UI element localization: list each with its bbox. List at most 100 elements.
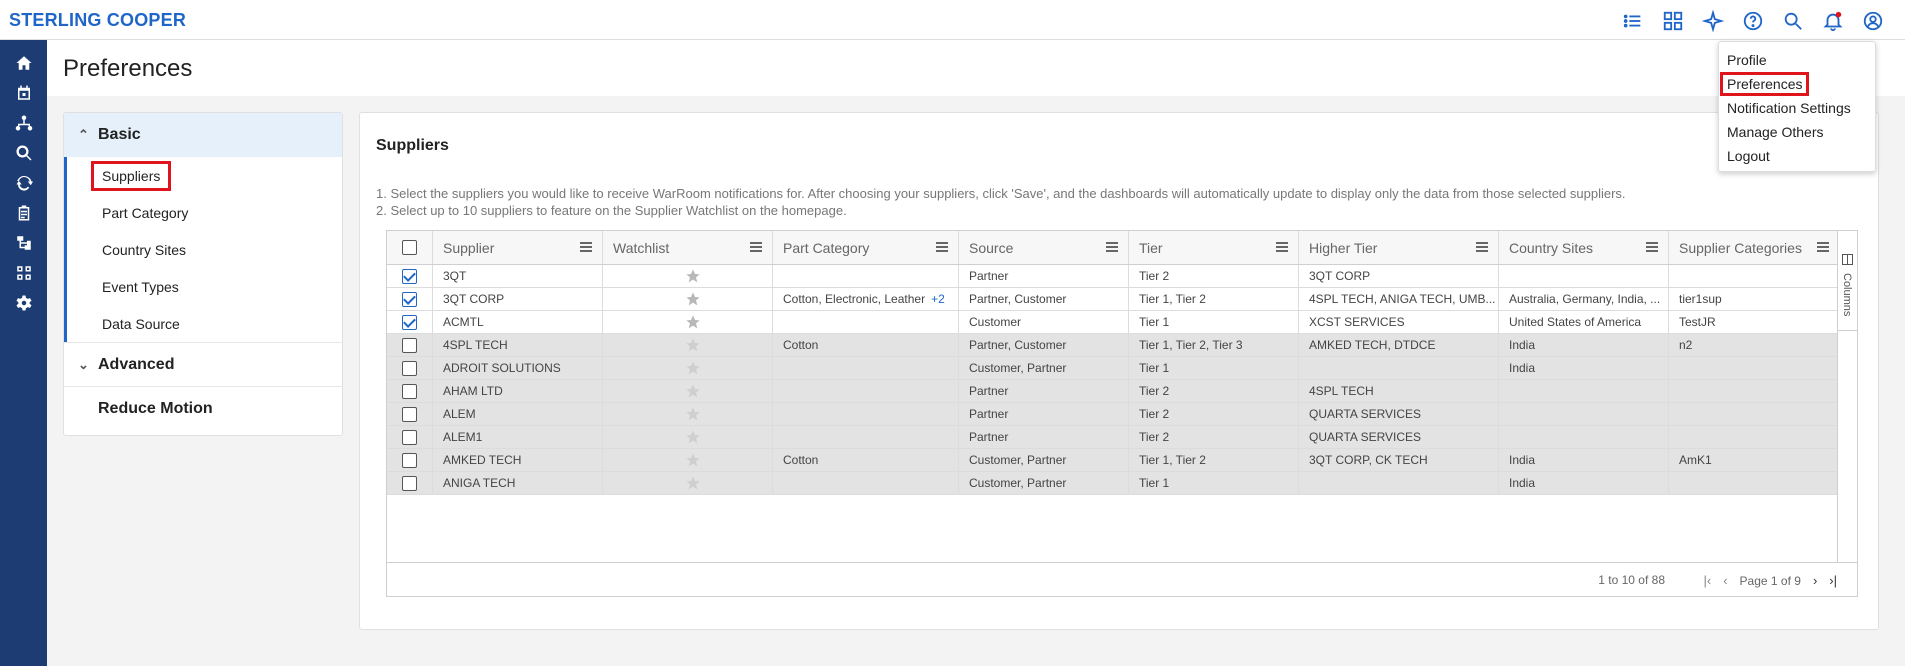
star-icon[interactable] (685, 268, 701, 284)
network-icon[interactable] (0, 108, 47, 138)
table-row[interactable]: ADROIT SOLUTIONS Customer, Partner Tier 1 I… (387, 357, 1839, 380)
higher-tier-cell: QUARTA SERVICES (1299, 403, 1499, 425)
table-row[interactable]: AHAM LTD Partner Tier 2 4SPL TECH (387, 380, 1839, 403)
row-checkbox[interactable] (402, 452, 417, 468)
table-row[interactable]: ACMTL Customer Tier 1 XCST SERVICES United S… (387, 311, 1839, 334)
column-menu-icon[interactable] (750, 242, 762, 252)
star-icon[interactable] (685, 314, 701, 330)
columns-tab[interactable]: Columns (1838, 251, 1858, 331)
menu-item-preferences[interactable]: Preferences (1719, 72, 1875, 96)
supplier-categories-cell: AmK1 (1679, 453, 1712, 467)
star-icon[interactable] (685, 360, 701, 376)
reduce-motion-label: Reduce Motion (98, 399, 213, 417)
user-icon[interactable] (1861, 9, 1885, 33)
row-checkbox[interactable] (402, 314, 417, 330)
table-row[interactable]: AMKED TECH Cotton Customer, Partner Tier 1,… (387, 449, 1839, 472)
menu-item-suppliers[interactable]: Suppliers (67, 157, 342, 194)
table-row[interactable]: ANIGA TECH Customer, Partner Tier 1 India (387, 472, 1839, 495)
search-icon[interactable] (1781, 9, 1805, 33)
refresh-icon[interactable] (0, 168, 47, 198)
menu-item-part-category[interactable]: Part Category (67, 194, 342, 231)
column-header-part-category[interactable]: Part Category (773, 231, 959, 264)
menu-item-notification-settings[interactable]: Notification Settings (1719, 96, 1875, 120)
table-row[interactable]: ALEM Partner Tier 2 QUARTA SERVICES (387, 403, 1839, 426)
star-icon[interactable] (685, 291, 701, 307)
column-header-watchlist[interactable]: Watchlist (603, 231, 773, 264)
column-header-higher-tier[interactable]: Higher Tier (1299, 231, 1499, 264)
previous-page-icon[interactable]: ‹ (1723, 573, 1727, 588)
menu-item-country-sites[interactable]: Country Sites (67, 231, 342, 268)
sparkle-icon[interactable] (1701, 9, 1725, 33)
column-menu-icon[interactable] (580, 242, 592, 252)
column-menu-icon[interactable] (1476, 242, 1488, 252)
menu-item-manage-others[interactable]: Manage Others (1719, 120, 1875, 144)
star-icon[interactable] (685, 429, 701, 445)
hierarchy-icon[interactable] (0, 228, 47, 258)
supplier-cell: 3QT CORP (433, 288, 603, 310)
first-page-icon[interactable]: |‹ (1703, 573, 1711, 588)
pagination: |‹ ‹ Page 1 of 9 › ›| (1703, 573, 1837, 588)
row-count: 1 to 10 of 88 (1598, 573, 1665, 587)
watchlist-cell (603, 288, 773, 310)
brand-logo[interactable]: STERLING COOPER (9, 10, 186, 31)
star-icon[interactable] (685, 475, 701, 491)
row-checkbox[interactable] (402, 429, 417, 445)
calendar-icon[interactable] (0, 78, 47, 108)
select-all-checkbox[interactable] (402, 240, 417, 255)
advanced-section-header[interactable]: ⌄ Advanced (64, 342, 342, 386)
last-page-icon[interactable]: ›| (1829, 573, 1837, 588)
column-menu-icon[interactable] (1276, 242, 1288, 252)
bell-icon[interactable] (1821, 9, 1845, 33)
next-page-icon[interactable]: › (1813, 573, 1817, 588)
part-category-cell: Cotton (773, 449, 959, 471)
row-checkbox[interactable] (402, 406, 417, 422)
star-icon[interactable] (685, 383, 701, 399)
row-checkbox[interactable] (402, 291, 417, 307)
higher-tier-cell: 3QT CORP (1299, 265, 1499, 287)
part-category-cell (773, 357, 959, 379)
star-icon[interactable] (685, 337, 701, 353)
column-header-tier[interactable]: Tier (1129, 231, 1299, 264)
settings-icon[interactable] (0, 288, 47, 318)
row-checkbox[interactable] (402, 475, 417, 491)
column-header-country-sites[interactable]: Country Sites (1499, 231, 1669, 264)
help-icon[interactable] (1741, 9, 1765, 33)
row-checkbox[interactable] (402, 383, 417, 399)
row-checkbox[interactable] (402, 360, 417, 376)
column-header-source[interactable]: Source (959, 231, 1129, 264)
menu-item-logout[interactable]: Logout (1719, 144, 1875, 168)
star-icon[interactable] (685, 452, 701, 468)
row-checkbox[interactable] (402, 337, 417, 353)
menu-item-event-types[interactable]: Event Types (67, 268, 342, 305)
grid-icon[interactable] (0, 258, 47, 288)
table-row[interactable]: 4SPL TECH Cotton Partner, Customer Tier 1, … (387, 334, 1839, 357)
column-menu-icon[interactable] (1646, 242, 1658, 252)
table-row[interactable]: ALEM1 Partner Tier 2 QUARTA SERVICES (387, 426, 1839, 449)
column-menu-icon[interactable] (1817, 242, 1829, 252)
dashboard-icon[interactable] (1661, 9, 1685, 33)
source-cell: Partner, Customer (959, 334, 1129, 356)
tier-cell: Tier 2 (1129, 426, 1299, 448)
row-checkbox[interactable] (402, 268, 417, 284)
search-icon[interactable] (0, 138, 47, 168)
column-header-supplier-categories[interactable]: Supplier Categories (1669, 231, 1839, 264)
higher-tier-cell: XCST SERVICES (1299, 311, 1499, 333)
tier-cell: Tier 2 (1129, 380, 1299, 402)
star-icon[interactable] (685, 406, 701, 422)
menu-item-data-source[interactable]: Data Source (67, 305, 342, 342)
table-row[interactable]: 3QT CORP Cotton, Electronic, Leather +2 Par… (387, 288, 1839, 311)
reduce-motion-item[interactable]: Reduce Motion (64, 386, 342, 430)
clipboard-icon[interactable] (0, 198, 47, 228)
home-icon[interactable] (0, 48, 47, 78)
column-menu-icon[interactable] (1106, 242, 1118, 252)
column-menu-icon[interactable] (936, 242, 948, 252)
watchlist-cell (603, 357, 773, 379)
more-count-link[interactable]: +2 (931, 292, 945, 306)
basic-section-header[interactable]: ⌃ Basic (64, 113, 342, 157)
higher-tier-cell: QUARTA SERVICES (1299, 426, 1499, 448)
country-sites-cell: India (1499, 449, 1669, 471)
column-header-supplier[interactable]: Supplier (433, 231, 603, 264)
menu-item-profile[interactable]: Profile (1719, 48, 1875, 72)
list-icon[interactable] (1621, 9, 1645, 33)
table-row[interactable]: 3QT Partner Tier 2 3QT CORP (387, 265, 1839, 288)
